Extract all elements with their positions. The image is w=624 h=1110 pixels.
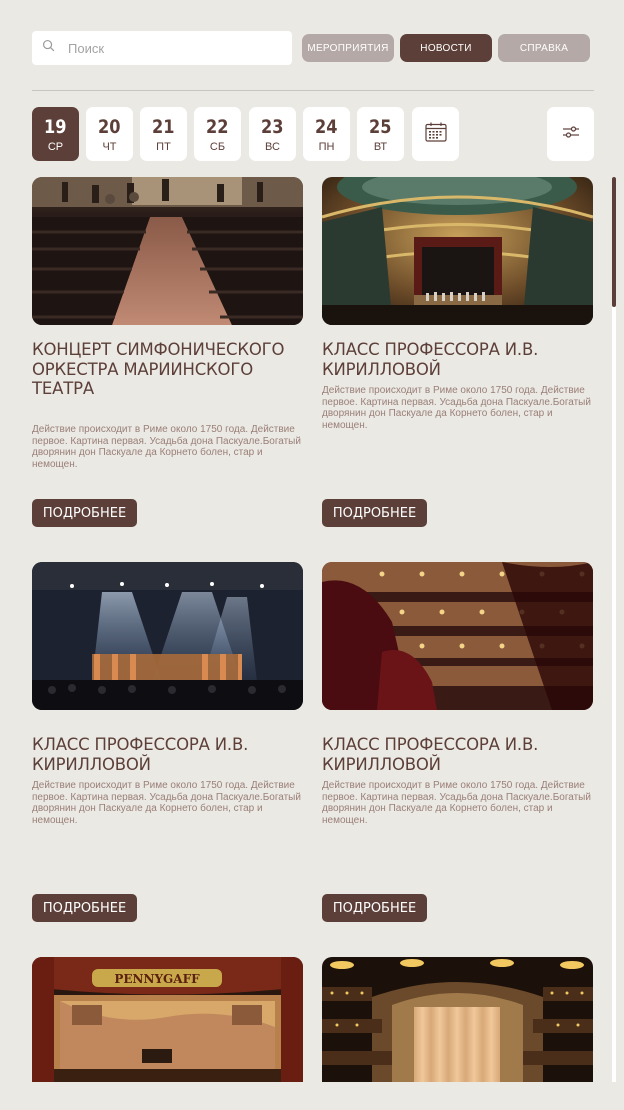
date-number: 21	[152, 115, 175, 138]
date-21[interactable]: 21 ПТ	[140, 107, 187, 161]
header-divider	[32, 90, 594, 91]
date-weekday: ЧТ	[102, 140, 117, 153]
date-20[interactable]: 20 ЧТ	[86, 107, 133, 161]
event-description: Действие происходит в Риме около 1750 го…	[322, 385, 591, 431]
event-image-concert-hall[interactable]	[32, 177, 303, 325]
date-19[interactable]: 19 СР	[32, 107, 79, 161]
date-weekday: ПН	[318, 140, 335, 153]
search-input[interactable]	[68, 40, 268, 56]
date-22[interactable]: 22 СБ	[194, 107, 241, 161]
details-button[interactable]: ПОДРОБНЕЕ	[322, 894, 427, 922]
event-description: Действие происходит в Риме около 1750 го…	[32, 424, 301, 470]
details-button[interactable]: ПОДРОБНЕЕ	[32, 499, 137, 527]
date-24[interactable]: 24 ПН	[303, 107, 350, 161]
event-image-pennygaff-curtain[interactable]: PENNYGAFF	[32, 957, 303, 1082]
event-image-theatre-balconies[interactable]	[322, 562, 593, 710]
calendar-icon	[424, 122, 447, 147]
date-number: 24	[315, 115, 338, 138]
date-23[interactable]: 23 ВС	[249, 107, 296, 161]
nav-news-button[interactable]: НОВОСТИ	[400, 34, 492, 62]
date-weekday: СБ	[209, 140, 226, 153]
nav-events-button[interactable]: МЕРОПРИЯТИЯ	[302, 34, 394, 62]
date-weekday: ВТ	[373, 140, 388, 153]
date-number: 25	[369, 115, 392, 138]
event-description: Действие происходит в Риме около 1750 го…	[322, 780, 591, 826]
date-number: 20	[98, 115, 121, 138]
pennygaff-sign-text: PENNYGAFF	[114, 972, 200, 986]
filter-sliders-icon	[562, 125, 580, 144]
search-icon	[42, 39, 55, 57]
event-title: КЛАСС ПРОФЕССОРА И.В. КИРИЛЛОВОЙ	[322, 735, 539, 774]
calendar-button[interactable]	[412, 107, 459, 161]
date-number: 22	[206, 115, 229, 138]
date-weekday: ПТ	[156, 140, 171, 153]
date-number: 19	[44, 115, 67, 138]
event-title: КЛАСС ПРОФЕССОРА И.В. КИРИЛЛОВОЙ	[322, 340, 539, 379]
date-25[interactable]: 25 ВТ	[357, 107, 404, 161]
events-page: МЕРОПРИЯТИЯ НОВОСТИ СПРАВКА 19 СР 20 ЧТ …	[0, 0, 624, 1110]
scrollbar-track[interactable]	[612, 177, 616, 1082]
filter-button[interactable]	[547, 107, 594, 161]
date-weekday: СР	[47, 140, 64, 153]
event-description: Действие происходит в Риме около 1750 го…	[32, 780, 301, 826]
nav-help-button[interactable]: СПРАВКА	[498, 34, 590, 62]
event-image-opera-house[interactable]	[322, 177, 593, 325]
search-box[interactable]	[32, 31, 292, 65]
date-number: 23	[261, 115, 284, 138]
event-title: КОНЦЕРТ СИМФОНИЧЕСКОГО ОРКЕСТРА МАРИИНСК…	[32, 340, 285, 398]
event-image-theatre-curtain[interactable]	[322, 957, 593, 1082]
date-weekday: ВС	[265, 140, 280, 153]
details-button[interactable]: ПОДРОБНЕЕ	[322, 499, 427, 527]
details-button[interactable]: ПОДРОБНЕЕ	[32, 894, 137, 922]
event-title: КЛАСС ПРОФЕССОРА И.В. КИРИЛЛОВОЙ	[32, 735, 249, 774]
scrollbar-thumb[interactable]	[612, 177, 616, 307]
event-image-stage-lights[interactable]	[32, 562, 303, 710]
